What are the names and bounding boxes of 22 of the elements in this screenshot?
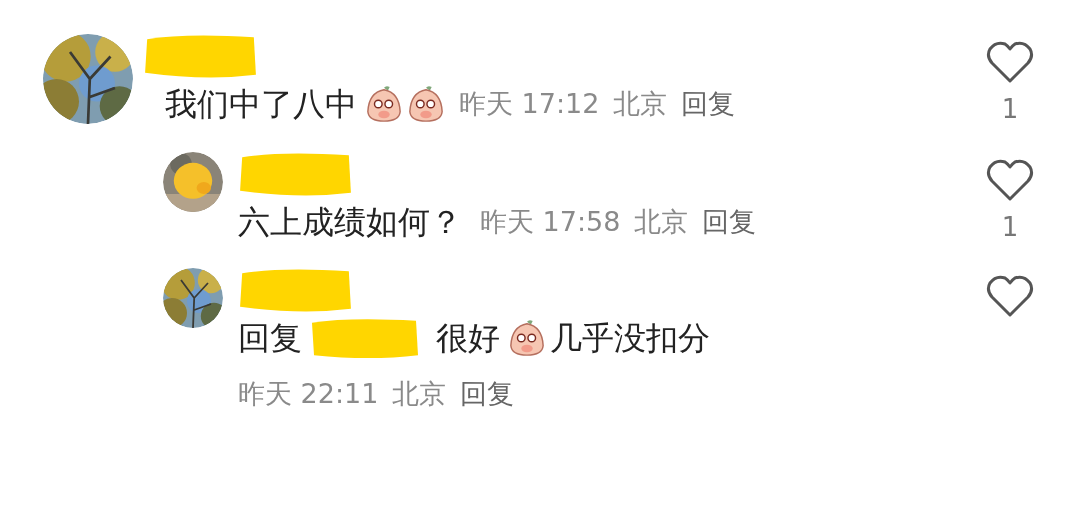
comment-location: 北京 bbox=[392, 377, 447, 411]
comment-time: 昨天 22:11 bbox=[238, 377, 379, 411]
reply-link[interactable]: 回复 bbox=[681, 84, 736, 124]
blush-emoji-icon bbox=[365, 85, 403, 123]
comment-text: 几乎没扣分 bbox=[550, 318, 710, 359]
like-count: 1 bbox=[1001, 212, 1019, 242]
reply-link[interactable]: 回复 bbox=[460, 374, 515, 414]
comment-text: 六上成绩如何？ bbox=[238, 202, 462, 243]
blush-emoji-icon bbox=[508, 319, 546, 357]
comment-location: 北京 bbox=[634, 205, 689, 239]
heart-icon[interactable] bbox=[986, 40, 1034, 84]
like-count: 1 bbox=[1001, 94, 1019, 124]
comment-location: 北京 bbox=[613, 87, 668, 121]
comment-text: 很好 bbox=[436, 318, 500, 359]
comment-text: 我们中了八中 bbox=[165, 84, 357, 125]
heart-icon[interactable] bbox=[986, 158, 1034, 202]
comment-time: 昨天 17:12 bbox=[459, 87, 600, 121]
comment-time: 昨天 17:58 bbox=[480, 205, 621, 239]
comment-text: 回复 bbox=[238, 318, 302, 359]
blush-emoji-icon bbox=[407, 85, 445, 123]
reply-link[interactable]: 回复 bbox=[702, 202, 757, 242]
heart-icon[interactable] bbox=[986, 274, 1034, 318]
